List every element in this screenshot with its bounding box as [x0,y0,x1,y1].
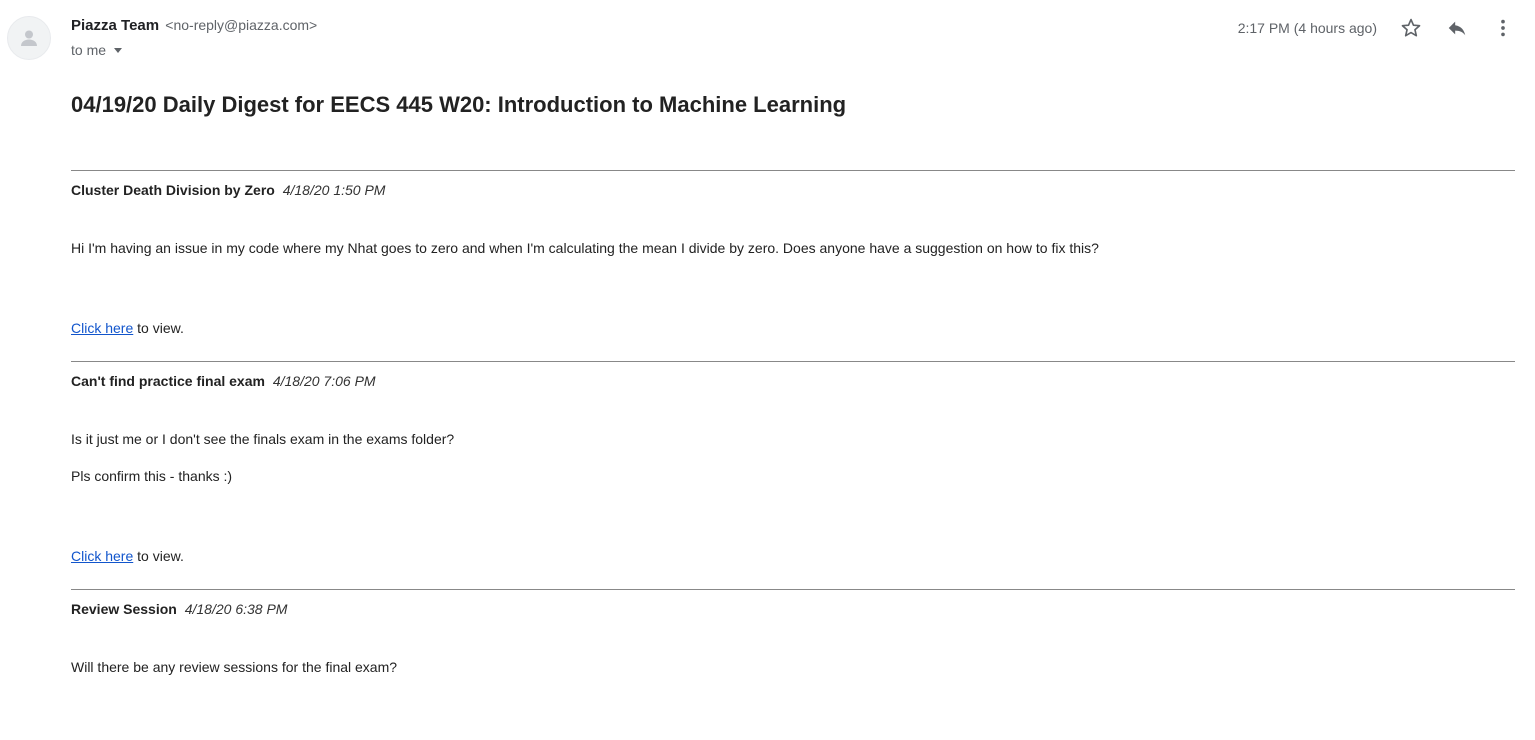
post-header: Can't find practice final exam 4/18/20 7… [71,373,1515,390]
view-suffix: to view. [133,548,184,564]
post-header: Cluster Death Division by Zero 4/18/20 1… [71,182,1515,199]
more-vert-icon [1501,19,1505,37]
recipient-label: to me [71,42,107,58]
post-paragraph: Is it just me or I don't see the finals … [71,431,455,447]
post-body: Hi I'm having an issue in my code where … [71,240,1515,257]
post-body: Will there be any review sessions for th… [71,659,1515,676]
post-paragraph: Hi I'm having an issue in my code where … [71,240,1099,256]
email-subject: 04/19/20 Daily Digest for EECS 445 W20: … [71,92,847,117]
post-date: 4/18/20 7:06 PM [272,373,376,389]
post-date: 4/18/20 6:38 PM [184,601,288,617]
click-here-link[interactable]: Click here [71,548,133,564]
person-icon [21,30,37,46]
sender-email: <no-reply@piazza.com> [165,17,318,33]
digest-post: Review Session 4/18/20 6:38 PM Will ther… [71,589,1515,676]
more-options-button[interactable] [1491,16,1515,40]
digest-post: Cluster Death Division by Zero 4/18/20 1… [71,170,1515,337]
sender-name[interactable]: Piazza Team [71,17,159,34]
reply-icon [1448,21,1466,36]
digest-post: Can't find practice final exam 4/18/20 7… [71,361,1515,565]
click-here-link[interactable]: Click here [71,320,133,336]
email-timestamp: 2:17 PM (4 hours ago) [1237,20,1377,36]
post-paragraph: Pls confirm this - thanks :) [71,468,233,484]
reply-button[interactable] [1445,16,1469,40]
view-suffix: to view. [133,320,184,336]
post-paragraph: Will there be any review sessions for th… [71,659,398,675]
post-header: Review Session 4/18/20 6:38 PM [71,601,1515,618]
post-date: 4/18/20 1:50 PM [282,182,386,198]
star-button[interactable] [1399,16,1423,40]
post-title: Can't find practice final exam [71,373,265,389]
post-title: Cluster Death Division by Zero [71,182,275,198]
digest-posts: Cluster Death Division by Zero 4/18/20 1… [71,170,1515,676]
recipient-dropdown[interactable]: to me [71,42,123,58]
chevron-down-icon [114,47,123,53]
sender-line: Piazza Team <no-reply@piazza.com> [71,17,317,34]
view-line: Click here to view. [71,548,1515,565]
view-line: Click here to view. [71,320,1515,337]
star-icon [1401,18,1421,37]
post-body: Is it just me or I don't see the finals … [71,431,1515,485]
sender-avatar[interactable] [7,16,51,60]
post-title: Review Session [71,601,177,617]
